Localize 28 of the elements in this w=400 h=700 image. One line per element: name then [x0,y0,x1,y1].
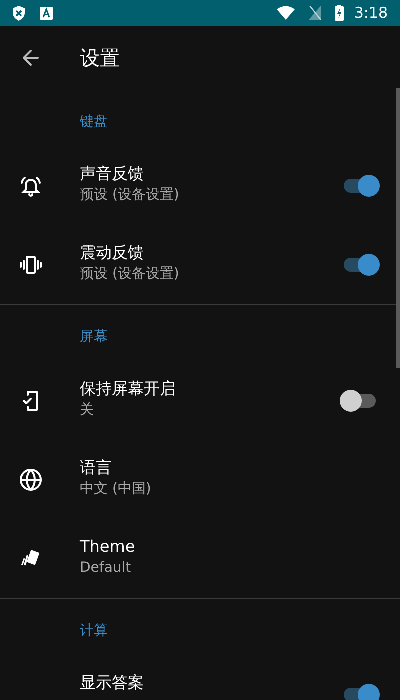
settings-item[interactable]: 保持屏幕开启 关 [0,361,400,440]
settings-item[interactable]: Theme Default [0,519,400,598]
font-box-icon [40,6,53,20]
settings-item[interactable]: 显示答案 [0,655,400,700]
item-title: 显示答案 [80,672,145,694]
section-header: 计算 [80,622,108,641]
item-summary: 关 [80,401,95,420]
item-title: 震动反馈 [80,242,145,264]
shield-icon [12,6,26,20]
section-header: 键盘 [80,113,108,132]
wifi-icon [277,6,296,20]
item-summary: 中文 (中国) [80,480,152,499]
item-title: 语言 [80,457,113,479]
item-summary: Default [80,559,132,578]
settings-item[interactable]: 语言 中文 (中国) [0,440,400,519]
battery-charging-icon [335,5,344,21]
screen-title: 设置 [80,45,120,72]
no-sim-icon [309,6,322,20]
settings-item[interactable]: 震动反馈 预设 (设备设置) [0,225,400,304]
item-summary: 预设 (设备设置) [80,265,180,284]
item-title: Theme [80,536,136,558]
settings-item[interactable]: 声音反馈 预设 (设备设置) [0,146,400,225]
status-time: 3:18 [354,2,388,24]
globe-icon [19,468,43,492]
section-header: 屏幕 [80,328,108,347]
item-summary: 预设 (设备设置) [80,186,180,205]
item-title: 声音反馈 [80,163,145,185]
item-title: 保持屏幕开启 [80,378,177,400]
